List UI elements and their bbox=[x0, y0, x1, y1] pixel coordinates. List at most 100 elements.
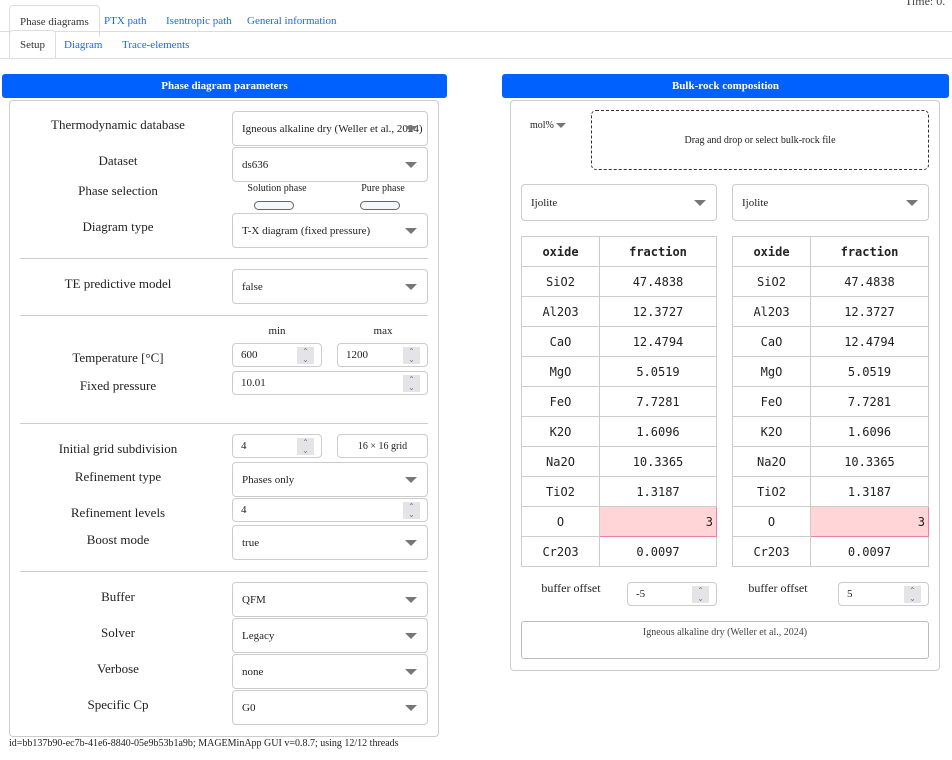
oxide-cell: K2O bbox=[521, 416, 600, 447]
table-row: Cr2O3 0.0097 bbox=[732, 536, 929, 567]
solution-phase-selector[interactable] bbox=[254, 201, 294, 210]
fraction-cell[interactable]: 5.0519 bbox=[599, 356, 717, 387]
fraction-cell[interactable]: 0.0097 bbox=[810, 536, 929, 567]
fraction-cell[interactable]: 1.3187 bbox=[599, 476, 717, 507]
tab-trace-elements[interactable]: Trace-elements bbox=[112, 29, 199, 61]
buffer-offset-label-2: buffer offset bbox=[748, 581, 808, 595]
oxide-cell: O bbox=[732, 506, 811, 537]
table-row: SiO2 47.4838 bbox=[732, 266, 929, 297]
fraction-cell[interactable]: 10.3365 bbox=[810, 446, 929, 477]
phase-selection-label: Phase selection bbox=[78, 183, 158, 198]
spinner-icon[interactable]: ⌃ ⌄ bbox=[403, 502, 420, 519]
temperature-label: Temperature [°C] bbox=[72, 350, 164, 365]
fraction-cell[interactable]: 1.6096 bbox=[810, 416, 929, 447]
boost-select[interactable]: true bbox=[232, 525, 428, 560]
oxide-cell: SiO2 bbox=[732, 266, 811, 297]
oxide-cell: Cr2O3 bbox=[732, 536, 811, 567]
oxide-table-1: oxide fraction SiO2 47.4838 Al2O3 12.3727 CaO 1… bbox=[521, 236, 717, 567]
file-dropzone[interactable]: Drag and drop or select bulk-rock file bbox=[591, 110, 929, 170]
diagram-type-label: Diagram type bbox=[82, 219, 154, 234]
min-label: min bbox=[268, 325, 286, 337]
oxide-cell: TiO2 bbox=[732, 476, 811, 507]
table-row: K2O 1.6096 bbox=[521, 416, 717, 447]
fraction-cell[interactable]: 12.3727 bbox=[599, 296, 717, 327]
tab-diagram[interactable]: Diagram bbox=[54, 29, 112, 61]
cp-select[interactable]: G0 bbox=[232, 690, 428, 725]
buffer-offset-input-2[interactable]: 5 ⌃ ⌄ bbox=[838, 582, 929, 606]
oxide-table-2: oxide fraction SiO2 47.4838 Al2O3 12.3727 CaO 1… bbox=[732, 236, 929, 567]
chevron-down-icon bbox=[405, 539, 417, 546]
thermo-db-select[interactable]: Igneous alkaline dry (Weller et al., 202… bbox=[232, 111, 428, 146]
oxide-cell: Cr2O3 bbox=[521, 536, 600, 567]
tab-setup[interactable]: Setup bbox=[9, 30, 57, 59]
fraction-cell[interactable]: 0.0097 bbox=[599, 536, 717, 567]
fraction-cell[interactable]: 47.4838 bbox=[810, 266, 929, 297]
divider bbox=[20, 571, 428, 572]
pressure-input[interactable]: 10.01 ⌃ ⌄ bbox=[232, 371, 428, 395]
spinner-icon[interactable]: ⌃ ⌄ bbox=[297, 438, 314, 455]
fraction-cell[interactable]: 3 bbox=[599, 506, 717, 537]
oxide-header: oxide bbox=[521, 236, 600, 267]
spinner-icon[interactable]: ⌃ ⌄ bbox=[403, 347, 420, 364]
pure-phase-label: Pure phase bbox=[361, 183, 405, 194]
boost-label: Boost mode bbox=[86, 532, 150, 547]
spinner-icon[interactable]: ⌃ ⌄ bbox=[297, 347, 314, 364]
oxide-cell: Al2O3 bbox=[521, 296, 600, 327]
buffer-offset-input-1[interactable]: -5 ⌃ ⌄ bbox=[627, 582, 717, 606]
table-row: K2O 1.6096 bbox=[732, 416, 929, 447]
temperature-min-input[interactable]: 600 ⌃ ⌄ bbox=[232, 343, 322, 367]
max-label: max bbox=[373, 325, 393, 337]
dataset-select[interactable]: ds636 bbox=[232, 147, 428, 182]
chevron-down-icon bbox=[555, 123, 566, 129]
buffer-select[interactable]: QFM bbox=[232, 582, 428, 617]
grid-info: 16 × 16 grid bbox=[337, 434, 428, 458]
table-row: O3 bbox=[521, 506, 717, 537]
pure-phase-selector[interactable] bbox=[360, 201, 400, 210]
chevron-down-icon bbox=[405, 227, 417, 234]
fraction-cell[interactable]: 12.4794 bbox=[810, 326, 929, 357]
temperature-max-input[interactable]: 1200 ⌃ ⌄ bbox=[337, 343, 428, 367]
time-status: Time: 0. bbox=[905, 0, 946, 8]
unit-select[interactable]: mol% bbox=[530, 120, 566, 131]
composition-select-1[interactable]: Ijolite bbox=[521, 184, 717, 221]
oxide-cell: FeO bbox=[521, 386, 600, 417]
fraction-cell[interactable]: 12.3727 bbox=[810, 296, 929, 327]
table-row: Cr2O3 0.0097 bbox=[521, 536, 717, 567]
table-row: TiO2 1.3187 bbox=[521, 476, 717, 507]
refinement-levels-label: Refinement levels bbox=[70, 505, 166, 520]
chevron-down-icon bbox=[405, 476, 417, 483]
verbose-select[interactable]: none bbox=[232, 654, 428, 689]
oxide-cell: Na2O bbox=[521, 446, 600, 477]
fraction-cell[interactable]: 5.0519 bbox=[810, 356, 929, 387]
solver-select[interactable]: Legacy bbox=[232, 618, 428, 653]
te-model-select[interactable]: false bbox=[232, 269, 428, 304]
fraction-cell[interactable]: 1.3187 bbox=[810, 476, 929, 507]
spinner-icon[interactable]: ⌃ ⌄ bbox=[904, 586, 921, 603]
buffer-label: Buffer bbox=[101, 589, 135, 604]
fraction-header: fraction bbox=[810, 236, 929, 267]
phase-diagram-parameters-header[interactable]: Phase diagram parameters bbox=[2, 74, 447, 98]
oxide-header: oxide bbox=[732, 236, 811, 267]
chevron-down-icon bbox=[405, 668, 417, 675]
grid-subdivision-input[interactable]: 4 ⌃ ⌄ bbox=[232, 434, 322, 458]
oxide-cell: Na2O bbox=[732, 446, 811, 477]
oxide-cell: MgO bbox=[732, 356, 811, 387]
verbose-label: Verbose bbox=[97, 661, 139, 676]
fraction-cell[interactable]: 3 bbox=[810, 506, 929, 537]
refinement-type-select[interactable]: Phases only bbox=[232, 462, 428, 497]
spinner-icon[interactable]: ⌃ ⌄ bbox=[692, 586, 709, 603]
composition-select-2[interactable]: Ijolite bbox=[732, 184, 929, 221]
fraction-cell[interactable]: 12.4794 bbox=[599, 326, 717, 357]
fraction-cell[interactable]: 7.7281 bbox=[810, 386, 929, 417]
bulk-rock-header[interactable]: Bulk-rock composition bbox=[502, 74, 949, 98]
fraction-cell[interactable]: 1.6096 bbox=[599, 416, 717, 447]
oxide-cell: Al2O3 bbox=[732, 296, 811, 327]
spinner-icon[interactable]: ⌃ ⌄ bbox=[403, 375, 420, 392]
fraction-cell[interactable]: 7.7281 bbox=[599, 386, 717, 417]
tab-general-information[interactable]: General information bbox=[237, 5, 347, 37]
fraction-cell[interactable]: 47.4838 bbox=[599, 266, 717, 297]
diagram-type-select[interactable]: T-X diagram (fixed pressure) bbox=[232, 213, 428, 248]
refinement-levels-input[interactable]: 4 ⌃ ⌄ bbox=[232, 498, 428, 522]
fraction-cell[interactable]: 10.3365 bbox=[599, 446, 717, 477]
oxide-cell: CaO bbox=[732, 326, 811, 357]
